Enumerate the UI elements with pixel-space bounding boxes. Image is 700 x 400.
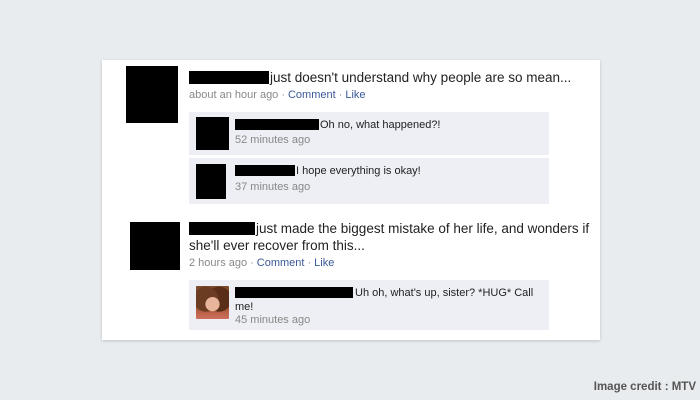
separator-dot: ·	[250, 257, 254, 269]
post-timestamp[interactable]: 2 hours ago	[189, 257, 247, 269]
status-text: just doesn't understand why people are s…	[270, 70, 572, 85]
post-meta: 2 hours ago · Comment · Like	[189, 257, 334, 269]
comment-text: I hope everything is okay!	[296, 165, 421, 177]
status-text: just made the biggest mistake of her lif…	[189, 221, 590, 253]
comment-text: Oh no, what happened?!	[320, 119, 441, 131]
separator-dot: ·	[281, 89, 285, 101]
like-link[interactable]: Like	[314, 257, 334, 269]
commenter-avatar[interactable]	[196, 286, 229, 319]
comment-link[interactable]: Comment	[288, 89, 336, 101]
comment: I hope everything is okay! 37 minutes ag…	[189, 158, 549, 204]
like-link[interactable]: Like	[345, 89, 365, 101]
post-meta: about an hour ago · Comment · Like	[189, 89, 366, 101]
comment-timestamp: 52 minutes ago	[235, 134, 311, 146]
separator-dot: ·	[307, 257, 312, 269]
comment: Oh no, what happened?! 52 minutes ago	[189, 112, 549, 155]
comment-timestamp: 37 minutes ago	[235, 181, 311, 193]
post-timestamp[interactable]: about an hour ago	[189, 89, 278, 101]
comment: Uh oh, what's up, sister? *HUG* Call me!…	[189, 280, 549, 330]
commenter-avatar[interactable]	[196, 164, 226, 199]
redacted-author-name[interactable]	[189, 71, 269, 84]
comment-timestamp: 45 minutes ago	[235, 314, 311, 326]
image-credit: Image credit : MTV	[593, 381, 696, 393]
separator-dot: ·	[338, 89, 343, 101]
redacted-commenter-name[interactable]	[235, 119, 319, 130]
facebook-feed-card: just doesn't understand why people are s…	[102, 60, 600, 340]
comment-link[interactable]: Comment	[257, 257, 305, 269]
redacted-commenter-name[interactable]	[235, 165, 295, 176]
commenter-avatar[interactable]	[196, 117, 229, 150]
post-author-avatar[interactable]	[126, 66, 178, 123]
post-author-avatar[interactable]	[130, 222, 180, 270]
comment-text: Uh oh, what's up, sister? *HUG* Call me!	[235, 287, 534, 313]
